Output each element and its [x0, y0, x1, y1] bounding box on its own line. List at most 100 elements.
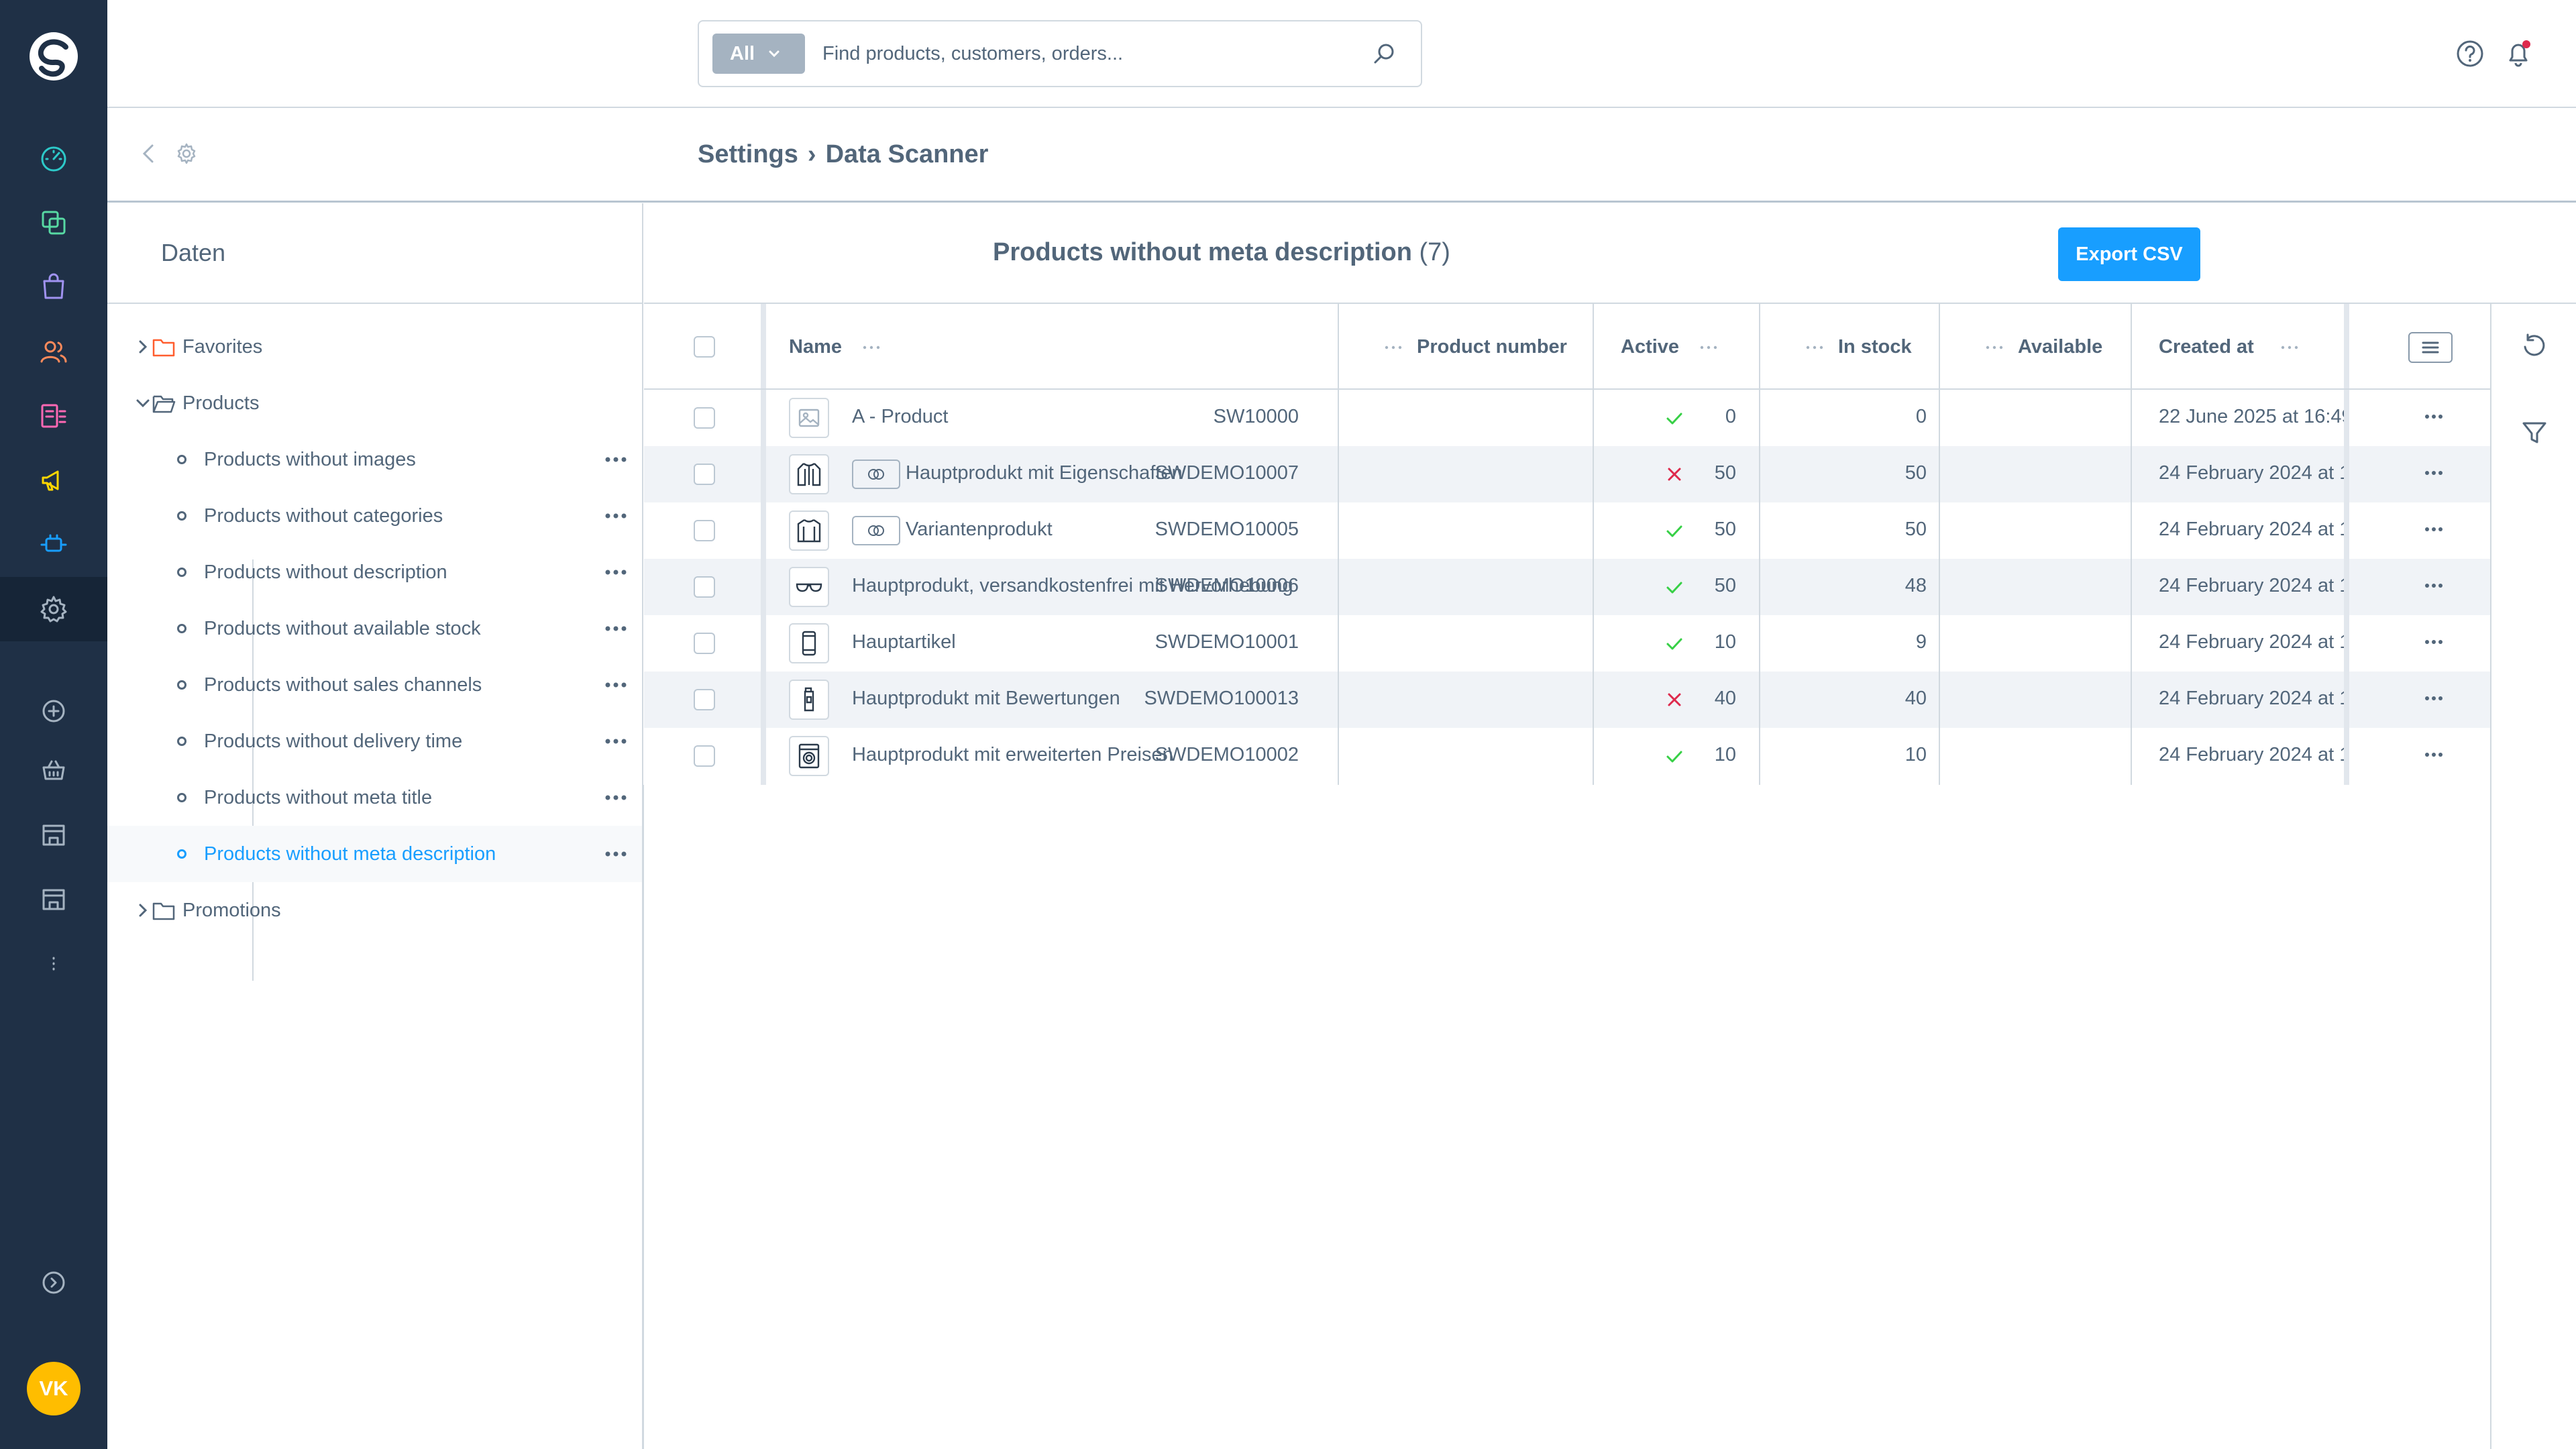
product-name[interactable]: Hauptprodukt mit Bewertungen — [852, 688, 1120, 710]
product-row[interactable]: A - Product SW10000 0 0 22 June 2025 at … — [644, 390, 2490, 446]
column-header-in-stock[interactable]: In stock — [1838, 336, 1912, 358]
tree-item-products-without-available-stock[interactable]: Products without available stock — [107, 600, 642, 657]
tree-item-products-without-meta-description[interactable]: Products without meta description — [107, 826, 642, 882]
tree-item-products-without-sales-channels[interactable]: Products without sales channels — [107, 657, 642, 713]
tree-item-products-without-images[interactable]: Products without images — [107, 431, 642, 488]
column-header-product-number[interactable]: Product number — [1417, 336, 1567, 358]
column-settings-button[interactable] — [2408, 332, 2453, 363]
more-horizontal-icon[interactable] — [604, 681, 628, 689]
column-header-created-at[interactable]: Created at — [2159, 336, 2254, 358]
column-header-available[interactable]: Available — [2018, 336, 2102, 358]
column-header-name[interactable]: Name — [789, 336, 842, 358]
nav-orders[interactable] — [0, 255, 107, 319]
row-actions-icon[interactable] — [2424, 639, 2443, 645]
content-title-count: (7) — [1419, 238, 1450, 266]
nav-extensions[interactable] — [0, 513, 107, 577]
tree-folder-promotions[interactable]: Promotions — [107, 882, 642, 938]
back-arrow-icon[interactable] — [136, 140, 162, 167]
row-checkbox[interactable] — [694, 464, 715, 485]
more-horizontal-icon[interactable] — [604, 568, 628, 576]
product-thumbnail — [789, 398, 829, 438]
row-checkbox[interactable] — [694, 745, 715, 767]
variant-badge — [852, 460, 900, 489]
column-menu-icon[interactable] — [863, 345, 880, 350]
nav-collapse[interactable] — [0, 1250, 107, 1315]
tree-folder-products[interactable]: Products — [107, 375, 642, 431]
tree-item-products-without-description[interactable]: Products without description — [107, 544, 642, 600]
nav-content[interactable] — [0, 384, 107, 448]
product-row[interactable]: Hauptprodukt, versandkostenfrei mit Herv… — [644, 559, 2490, 615]
chevron-down-icon[interactable] — [134, 394, 152, 412]
shopware-logo-icon[interactable] — [27, 30, 80, 83]
breadcrumb-separator: › — [807, 140, 816, 168]
nav-sales-channel-1[interactable] — [0, 738, 107, 802]
nav-dashboard[interactable] — [0, 126, 107, 191]
row-actions-icon[interactable] — [2424, 470, 2443, 476]
column-menu-icon[interactable] — [1986, 345, 2003, 350]
row-checkbox[interactable] — [694, 520, 715, 541]
filter-icon[interactable] — [2520, 418, 2549, 447]
tree-item-products-without-meta-title[interactable]: Products without meta title — [107, 769, 642, 826]
product-stock: 10 — [1714, 631, 1736, 653]
more-horizontal-icon[interactable] — [604, 512, 628, 520]
notification-bell-icon[interactable] — [2502, 38, 2534, 70]
product-row[interactable]: Hauptprodukt mit erweiterten Preisen SWD… — [644, 728, 2490, 784]
more-horizontal-icon[interactable] — [604, 850, 628, 858]
chevron-right-icon[interactable] — [134, 338, 152, 356]
row-actions-icon[interactable] — [2424, 696, 2443, 701]
search-type-select[interactable]: All — [712, 34, 805, 74]
product-name[interactable]: A - Product — [852, 406, 948, 428]
plug-icon — [40, 534, 67, 552]
product-name[interactable]: Variantenprodukt — [906, 519, 1053, 541]
row-actions-icon[interactable] — [2424, 583, 2443, 588]
search-icon[interactable] — [1371, 42, 1397, 67]
row-checkbox[interactable] — [694, 576, 715, 598]
user-avatar[interactable]: VK — [27, 1362, 80, 1415]
column-menu-icon[interactable] — [1806, 345, 1823, 350]
row-actions-icon[interactable] — [2424, 527, 2443, 532]
product-row[interactable]: Variantenprodukt SWDEMO10005 50 50 24 Fe… — [644, 502, 2490, 559]
product-row[interactable]: Hauptartikel SWDEMO10001 10 9 24 Februar… — [644, 615, 2490, 672]
chevron-right-icon[interactable] — [134, 902, 152, 919]
row-actions-icon[interactable] — [2424, 414, 2443, 419]
nav-catalogues[interactable] — [0, 191, 107, 255]
tree-item-products-without-categories[interactable]: Products without categories — [107, 488, 642, 544]
select-all-checkbox[interactable] — [694, 336, 715, 358]
product-name[interactable]: Hauptprodukt mit erweiterten Preisen — [852, 744, 1173, 766]
product-created-at: 24 February 2024 at 18:34 — [2159, 744, 2344, 765]
nav-customers[interactable] — [0, 319, 107, 384]
tree-folder-favorites[interactable]: Favorites — [107, 319, 642, 375]
column-menu-icon[interactable] — [1700, 345, 1717, 350]
product-name[interactable]: Hauptprodukt mit Eigenschaften — [906, 462, 1183, 484]
product-row[interactable]: Hauptprodukt mit Eigenschaften SWDEMO100… — [644, 446, 2490, 502]
nav-more[interactable] — [0, 931, 107, 996]
tree-item-products-without-delivery-time[interactable]: Products without delivery time — [107, 713, 642, 769]
row-checkbox[interactable] — [694, 689, 715, 710]
refresh-icon[interactable] — [2520, 332, 2549, 362]
export-csv-button[interactable]: Export CSV — [2058, 227, 2200, 281]
nav-sales-channel-2[interactable] — [0, 802, 107, 867]
nav-add-sales-channel[interactable] — [0, 679, 107, 743]
column-menu-icon[interactable] — [2281, 345, 2298, 350]
column-header-active[interactable]: Active — [1621, 336, 1679, 358]
tree-item-label: Products without categories — [204, 504, 443, 527]
more-horizontal-icon[interactable] — [604, 794, 628, 802]
row-checkbox[interactable] — [694, 407, 715, 429]
breadcrumb-parent[interactable]: Settings — [698, 140, 798, 169]
more-horizontal-icon[interactable] — [604, 737, 628, 745]
nav-sales-channel-3[interactable] — [0, 867, 107, 931]
product-stock: 50 — [1714, 519, 1736, 540]
help-icon[interactable] — [2454, 38, 2486, 70]
nav-settings[interactable] — [0, 577, 107, 641]
product-name[interactable]: Hauptartikel — [852, 631, 956, 653]
row-checkbox[interactable] — [694, 633, 715, 654]
active-check-icon — [1666, 751, 1682, 763]
breadcrumb-current: Data Scanner — [825, 140, 989, 168]
more-horizontal-icon[interactable] — [604, 455, 628, 464]
row-actions-icon[interactable] — [2424, 752, 2443, 757]
search-input[interactable] — [822, 35, 1359, 72]
more-horizontal-icon[interactable] — [604, 625, 628, 633]
product-row[interactable]: Hauptprodukt mit Bewertungen SWDEMO10001… — [644, 672, 2490, 728]
nav-marketing[interactable] — [0, 448, 107, 513]
column-menu-icon[interactable] — [1385, 345, 1402, 350]
